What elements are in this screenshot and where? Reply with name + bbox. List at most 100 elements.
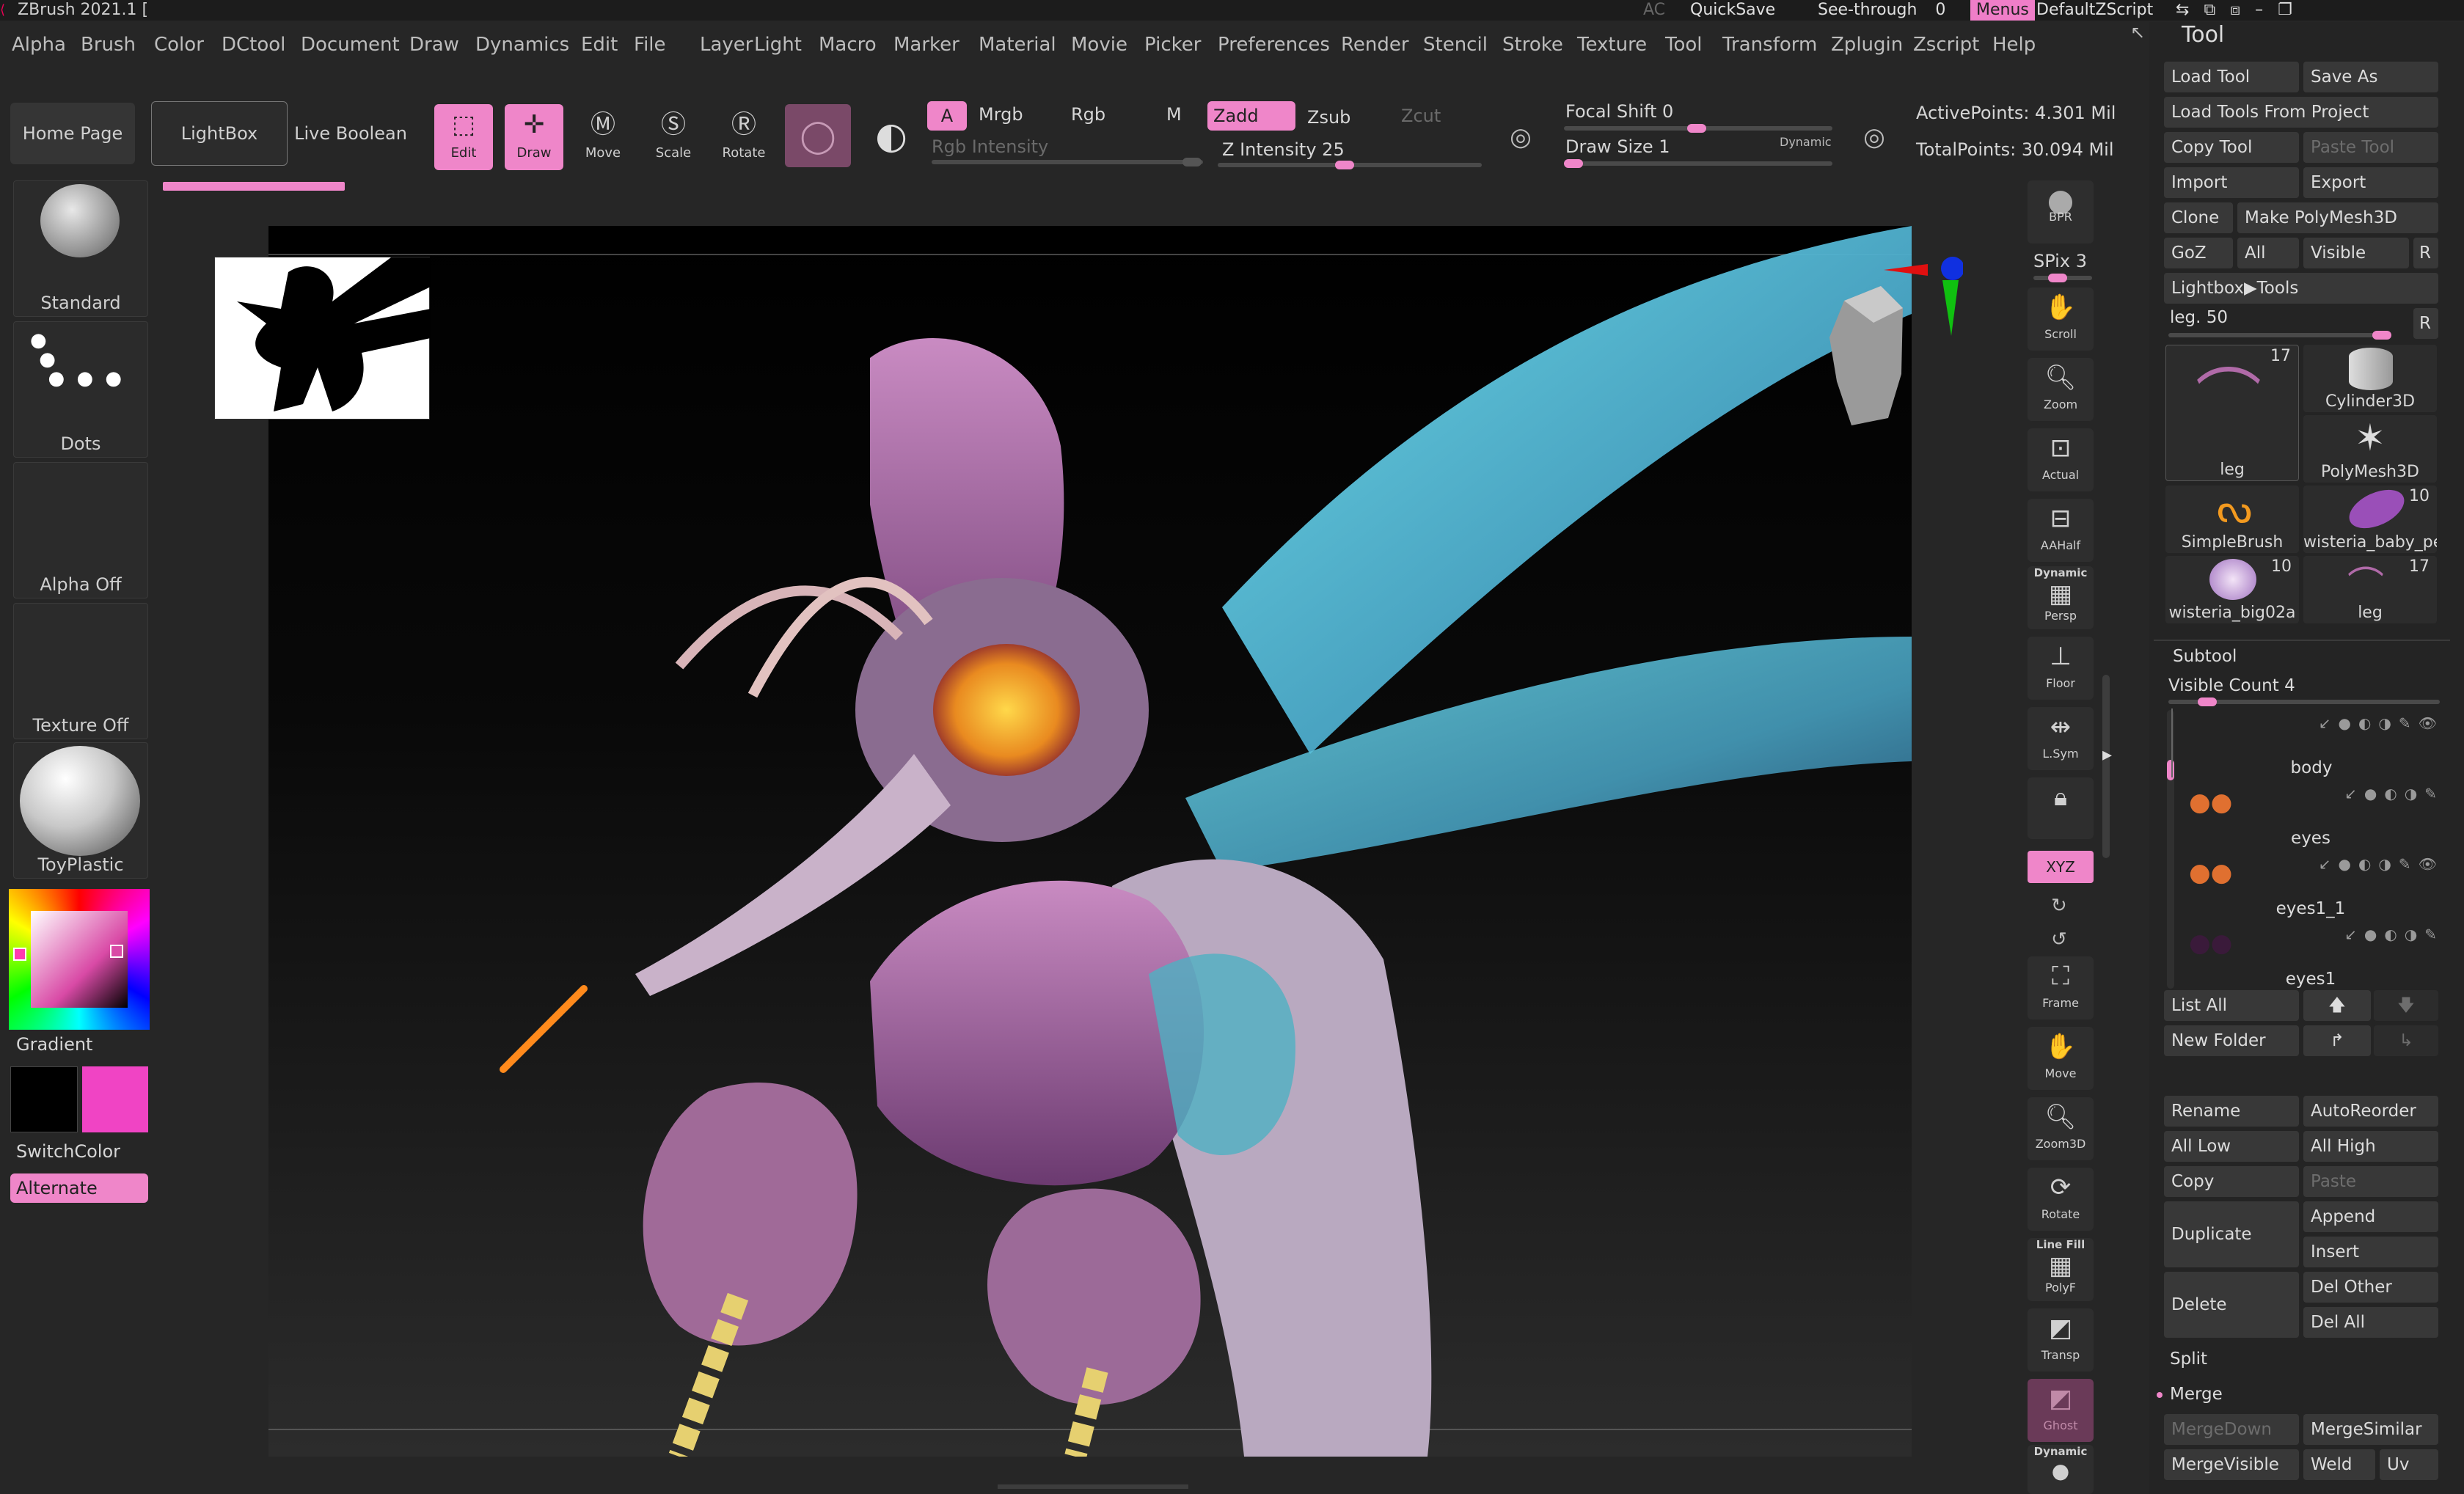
tool-thumb-simplebrush[interactable]: ᔓ SimpleBrush xyxy=(2165,486,2299,553)
tool-thumb-polymesh3d[interactable]: ✶ PolyMesh3D xyxy=(2303,415,2437,483)
spotlight-button[interactable]: ◎ xyxy=(1494,109,1548,166)
mrgb-toggle[interactable]: Mrgb xyxy=(979,104,1023,125)
alpha-tile[interactable]: Alpha Off xyxy=(13,462,148,598)
axis-rotate-icons[interactable]: ↻ ↺ xyxy=(2051,889,2067,956)
alternate-toggle[interactable]: Alternate xyxy=(10,1173,148,1203)
import-button[interactable]: Import xyxy=(2164,167,2299,198)
append-button[interactable]: Append xyxy=(2303,1201,2438,1232)
polyf-button[interactable]: Line Fill ▦ PolyF xyxy=(2028,1238,2094,1301)
lock-button[interactable]: 🔒︎ xyxy=(2028,777,2094,839)
live-boolean-button[interactable]: Live Boolean xyxy=(293,103,408,164)
actual-button[interactable]: ⊡ Actual xyxy=(2028,428,2094,491)
a-toggle[interactable]: A xyxy=(927,101,967,131)
zoom-button[interactable]: 🔍︎ Zoom xyxy=(2028,358,2094,421)
document-canvas[interactable] xyxy=(268,226,1912,1457)
rename-button[interactable]: Rename xyxy=(2164,1096,2299,1127)
goz-visible-button[interactable]: Visible xyxy=(2303,238,2409,268)
menu-file[interactable]: File xyxy=(634,31,666,59)
menu-alpha[interactable]: Alpha xyxy=(12,31,66,59)
menu-stencil[interactable]: Stencil xyxy=(1423,31,1488,59)
minimize-icon[interactable]: – xyxy=(2255,1,2278,19)
menu-layer[interactable]: Layer xyxy=(700,31,753,59)
move-view-button[interactable]: ✋ Move xyxy=(2028,1027,2094,1090)
menu-texture[interactable]: Texture xyxy=(1577,31,1647,59)
edit-mode-button[interactable]: ⬚ Edit xyxy=(434,104,493,170)
weld-button[interactable]: Weld xyxy=(2303,1449,2375,1480)
menus-toggle[interactable]: Menus xyxy=(1970,0,2035,21)
menu-tool[interactable]: Tool xyxy=(1665,31,1703,59)
scroll-button[interactable]: ✋ Scroll xyxy=(2028,288,2094,351)
del-all-button[interactable]: Del All xyxy=(2303,1307,2438,1338)
split-section[interactable]: Split xyxy=(2170,1350,2207,1369)
rotate-view-button[interactable]: ⟳ Rotate xyxy=(2028,1168,2094,1231)
tool-thumb-wisteria-big[interactable]: 10 wisteria_big02a xyxy=(2165,556,2299,623)
lsym-button[interactable]: ⇹ L.Sym xyxy=(2028,707,2094,770)
stroke-tile[interactable]: ● ● ● ● ● Dots xyxy=(13,321,148,458)
draw-mode-button[interactable]: ✛ Draw xyxy=(505,104,563,170)
leg-slider-knob[interactable] xyxy=(2372,331,2391,340)
transp-button[interactable]: ◩ Transp xyxy=(2028,1308,2094,1372)
ac-label[interactable]: AC xyxy=(1643,0,1665,21)
rotate-y-icon[interactable]: ↻ xyxy=(2051,889,2067,923)
menu-help[interactable]: Help xyxy=(1992,31,2036,59)
menu-color[interactable]: Color xyxy=(154,31,204,59)
menu-preferences[interactable]: Preferences xyxy=(1218,31,1330,59)
insert-button[interactable]: Insert xyxy=(2303,1237,2438,1267)
merge-visible-button[interactable]: MergeVisible xyxy=(2164,1449,2299,1480)
all-high-button[interactable]: All High xyxy=(2303,1131,2438,1162)
z-intensity-knob[interactable] xyxy=(1335,161,1354,169)
main-color-swatch[interactable] xyxy=(10,1066,78,1132)
bpr-button[interactable]: ● BPR xyxy=(2028,180,2094,243)
list-all-button[interactable]: List All xyxy=(2164,990,2299,1021)
color-picker-square[interactable] xyxy=(31,911,128,1008)
subtool-row-icons[interactable]: ↙●◐◑✎👁︎ xyxy=(2319,714,2444,732)
scale-mode-button[interactable]: Ⓢ Scale xyxy=(644,104,703,170)
menu-brush[interactable]: Brush xyxy=(81,31,136,59)
menu-zplugin[interactable]: Zplugin xyxy=(1831,31,1903,59)
menu-dynamics[interactable]: Dynamics xyxy=(475,31,569,59)
leg-slider[interactable] xyxy=(2168,331,2391,340)
move-into-folder-button[interactable]: ↱ xyxy=(2303,1025,2371,1056)
model-render[interactable] xyxy=(268,226,1912,1457)
menu-zscript[interactable]: Zscript xyxy=(1913,31,1979,59)
see-through-slider[interactable]: See-through 0 xyxy=(1818,0,1945,21)
collapse-arrow-icon[interactable]: ▸ xyxy=(2102,744,2112,766)
layout2-icon[interactable]: ⧉ xyxy=(2204,1,2230,19)
autoreorder-button[interactable]: AutoReorder xyxy=(2303,1096,2438,1127)
paste-tool-button[interactable]: Paste Tool xyxy=(2303,132,2438,163)
frame-button[interactable]: ⛶ Frame xyxy=(2028,956,2094,1019)
all-low-button[interactable]: All Low xyxy=(2164,1131,2299,1162)
new-folder-button[interactable]: New Folder xyxy=(2164,1025,2299,1056)
goz-button[interactable]: GoZ xyxy=(2164,238,2233,268)
tool-thumb-leg-2[interactable]: ⌒ 17 leg xyxy=(2303,556,2437,623)
goz-all-button[interactable]: All xyxy=(2237,238,2299,268)
paste-subtool-button[interactable]: Paste xyxy=(2303,1166,2438,1197)
visible-count-knob[interactable] xyxy=(2198,697,2217,706)
menu-dctool[interactable]: DCtool xyxy=(222,31,285,59)
m-toggle[interactable]: M xyxy=(1166,104,1182,125)
tool-thumb-leg[interactable]: ⌒ 17 leg xyxy=(2165,345,2299,481)
subtool-row-eyes1-1[interactable]: ●● ↙●◐◑✎👁︎ eyes1_1 xyxy=(2171,849,2450,918)
visible-count-slider[interactable] xyxy=(2168,697,2440,706)
ghost-button[interactable]: ◩ Ghost xyxy=(2028,1379,2094,1442)
menu-draw[interactable]: Draw xyxy=(409,31,459,59)
focal-shift-knob[interactable] xyxy=(1687,124,1706,133)
subtool-row-icons[interactable]: ↙●◐◑✎ xyxy=(2344,926,2444,943)
draw-size-slider[interactable] xyxy=(1564,159,1832,168)
floor-button[interactable]: ⊥ Floor xyxy=(2028,637,2094,700)
menu-edit[interactable]: Edit xyxy=(581,31,618,59)
focal-shift-slider[interactable] xyxy=(1564,124,1832,133)
move-up-button[interactable]: 🡅 xyxy=(2303,990,2371,1021)
menu-movie[interactable]: Movie xyxy=(1071,31,1127,59)
draw-size-knob[interactable] xyxy=(1564,159,1583,168)
dynamic-toggle[interactable]: Dynamic xyxy=(1780,135,1832,149)
subtool-row-eyes[interactable]: ●● ↙●◐◑✎ eyes xyxy=(2171,779,2450,848)
subtool-row-icons[interactable]: ↙●◐◑✎👁︎ xyxy=(2319,855,2444,873)
zsub-toggle[interactable]: Zsub xyxy=(1307,107,1350,128)
quicksave-button[interactable]: QuickSave xyxy=(1690,0,1775,21)
save-as-button[interactable]: Save As xyxy=(2303,62,2438,92)
bottom-tray-handle[interactable] xyxy=(998,1484,1188,1489)
tool-thumb-cylinder3d[interactable]: Cylinder3D xyxy=(2303,345,2437,412)
duplicate-button[interactable]: Duplicate xyxy=(2164,1201,2299,1267)
sculptris-pro-button[interactable]: ◐ xyxy=(858,104,924,167)
